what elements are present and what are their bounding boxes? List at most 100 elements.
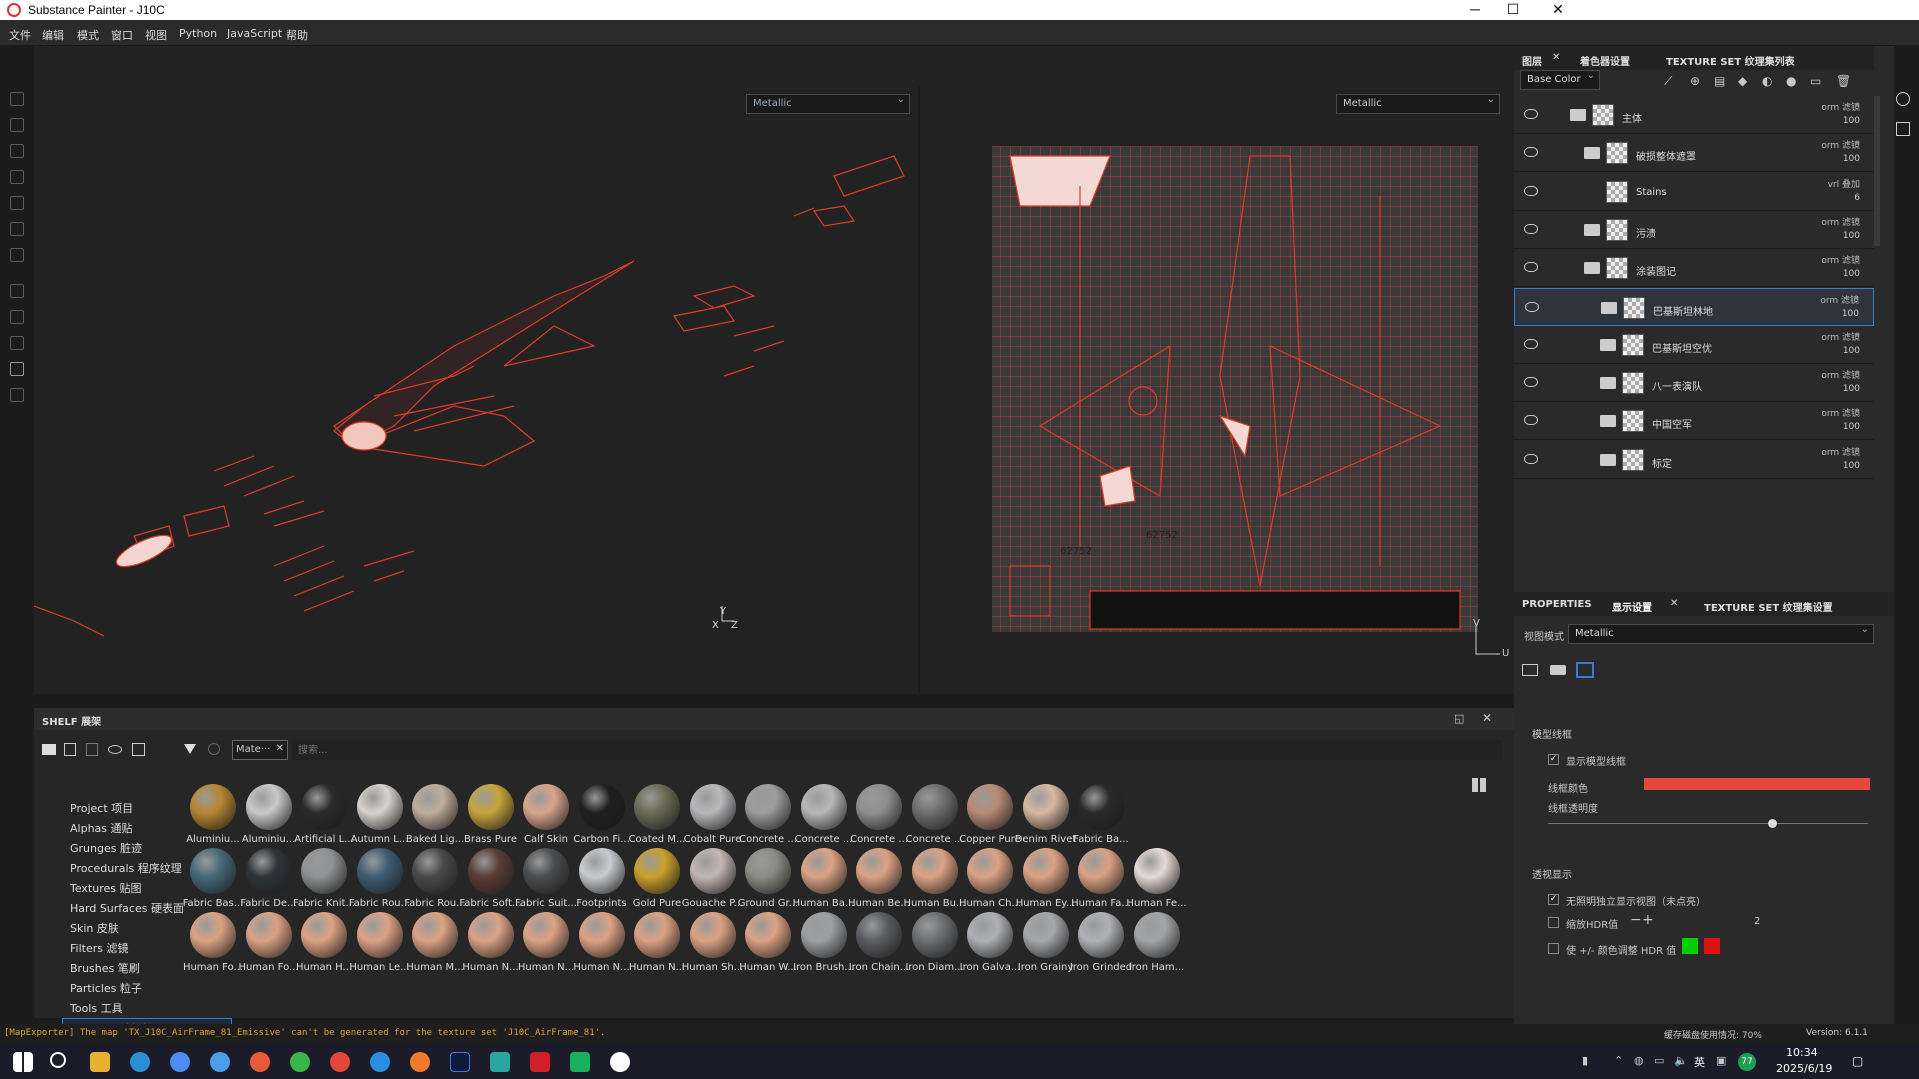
layer-opacity[interactable]: 100 bbox=[1843, 422, 1860, 432]
visibility-eye-icon[interactable] bbox=[1524, 338, 1538, 349]
green-app-icon[interactable] bbox=[290, 1052, 310, 1072]
tray-chevron-icon[interactable]: ⌃ bbox=[1614, 1054, 1623, 1067]
visibility-eye-icon[interactable] bbox=[1524, 453, 1538, 464]
bake-icon[interactable] bbox=[10, 284, 24, 298]
add-layer-icon[interactable]: ▤ bbox=[1714, 74, 1725, 88]
colorful-browser-icon[interactable] bbox=[250, 1052, 270, 1072]
filter-icon[interactable] bbox=[184, 744, 196, 754]
layer-opacity[interactable]: 100 bbox=[1843, 384, 1860, 394]
smart-mask-icon[interactable]: ● bbox=[1786, 74, 1796, 88]
tab-shader-settings[interactable]: 着色器设置 bbox=[1580, 53, 1630, 68]
import-icon[interactable] bbox=[86, 743, 98, 756]
tray-volume-icon[interactable]: 🔈 bbox=[1674, 1054, 1688, 1067]
layer-opacity[interactable]: 100 bbox=[1843, 231, 1860, 241]
paint-brush-icon[interactable] bbox=[10, 92, 24, 106]
visibility-eye-icon[interactable] bbox=[1525, 301, 1539, 312]
add-folder-icon[interactable]: ▭ bbox=[1810, 74, 1821, 88]
layer-blend-mode[interactable]: orm 滤镜 bbox=[1821, 100, 1860, 113]
menu-mode[interactable]: 模式 bbox=[77, 27, 99, 43]
layer-row[interactable]: 涂装图记 orm 滤镜 100 bbox=[1514, 249, 1874, 288]
layer-blend-mode[interactable]: orm 滤镜 bbox=[1821, 445, 1860, 458]
clock-time[interactable]: 10:34 bbox=[1786, 1046, 1818, 1059]
layer-row[interactable]: 巴基斯坦空优 orm 滤镜 100 bbox=[1514, 326, 1874, 364]
tray-ime-icon[interactable]: ▣ bbox=[1716, 1054, 1726, 1067]
color-adjust-checkbox[interactable] bbox=[1548, 943, 1559, 954]
photoshop-icon[interactable] bbox=[10, 362, 24, 376]
layer-blend-mode[interactable]: orm 滤镜 bbox=[1820, 293, 1859, 306]
notification-icon[interactable]: ▢ bbox=[1852, 1054, 1863, 1068]
show-wire-checkbox[interactable]: ✓ bbox=[1548, 754, 1559, 765]
tray-lang[interactable]: 英 bbox=[1694, 1054, 1705, 1070]
tray-battery-icon[interactable]: ▮ bbox=[1582, 1054, 1588, 1067]
menu-python[interactable]: Python bbox=[179, 27, 217, 40]
layer-blend-mode[interactable]: orm 滤镜 bbox=[1821, 138, 1860, 151]
shelf-category-item[interactable]: Tools 工具 bbox=[62, 998, 232, 1016]
magic-wand-icon[interactable]: ⟋ bbox=[1664, 74, 1672, 89]
tray-wechat-icon[interactable]: ◍ bbox=[1634, 1054, 1644, 1067]
layer-blend-mode[interactable]: orm 滤镜 bbox=[1821, 406, 1860, 419]
menu-javascript[interactable]: JavaScript bbox=[227, 27, 282, 40]
hdr-minus-button[interactable]: − bbox=[1630, 912, 1642, 928]
menu-view[interactable]: 视图 bbox=[145, 27, 167, 43]
polygon-fill-icon[interactable] bbox=[10, 170, 24, 184]
image-icon[interactable] bbox=[1522, 664, 1538, 676]
edge-icon[interactable] bbox=[130, 1052, 150, 1072]
add-effect-icon[interactable]: ⊕ bbox=[1690, 74, 1700, 88]
shelf-float-icon[interactable]: ◱ bbox=[1454, 712, 1464, 725]
visibility-eye-icon[interactable] bbox=[1524, 262, 1538, 273]
close-button[interactable]: ✕ bbox=[1535, 0, 1581, 20]
chrome-icon[interactable] bbox=[330, 1052, 350, 1072]
tab-layers[interactable]: 图层 bbox=[1522, 53, 1542, 68]
substance-painter-taskbar-icon[interactable] bbox=[530, 1052, 550, 1072]
app-3-icon[interactable] bbox=[490, 1052, 510, 1072]
browser-icon[interactable] bbox=[170, 1052, 190, 1072]
swatch-red[interactable] bbox=[1704, 938, 1720, 954]
qq-icon[interactable] bbox=[610, 1052, 630, 1072]
qq-browser-icon[interactable] bbox=[210, 1052, 230, 1072]
refresh-icon[interactable] bbox=[208, 743, 220, 755]
tab-texture-set-list[interactable]: TEXTURE SET 纹理集列表 bbox=[1666, 53, 1795, 68]
wire-opacity-slider-handle[interactable] bbox=[1768, 819, 1777, 828]
menu-window[interactable]: 窗口 bbox=[111, 27, 133, 43]
layers-scrollbar[interactable] bbox=[1874, 96, 1880, 246]
ie-icon[interactable] bbox=[370, 1052, 390, 1072]
visibility-eye-icon[interactable] bbox=[1524, 109, 1538, 119]
camera-settings-icon[interactable] bbox=[1550, 665, 1566, 675]
settings-icon[interactable] bbox=[10, 336, 24, 350]
photoshop-taskbar-icon[interactable] bbox=[450, 1052, 470, 1072]
wire-color-swatch[interactable] bbox=[1644, 778, 1870, 790]
tray-badge[interactable]: 77 bbox=[1738, 1053, 1756, 1071]
swatch-green[interactable] bbox=[1682, 938, 1698, 954]
tab-display-close-icon[interactable]: ✕ bbox=[1670, 598, 1678, 609]
layer-row[interactable]: 主体 orm 滤镜 100 bbox=[1514, 96, 1874, 134]
layer-stack-icon[interactable] bbox=[10, 310, 24, 324]
export-icon[interactable] bbox=[10, 388, 24, 402]
layer-opacity[interactable]: 100 bbox=[1843, 346, 1860, 356]
material-tile[interactable]: Iron Ham... bbox=[1124, 912, 1190, 990]
export-shelf-icon[interactable] bbox=[132, 743, 145, 756]
visibility-eye-icon[interactable] bbox=[1524, 147, 1538, 158]
filter-tag-close-icon[interactable]: ✕ bbox=[276, 743, 284, 754]
layer-blend-mode[interactable]: vrl 叠加 bbox=[1828, 177, 1860, 190]
channel-dropdown[interactable]: Base Color bbox=[1520, 70, 1600, 90]
fill-layer-icon[interactable]: ◆ bbox=[1738, 74, 1747, 88]
layer-row[interactable]: 八一表演队 orm 滤镜 100 bbox=[1514, 364, 1874, 403]
shelf-search-input[interactable] bbox=[292, 740, 1502, 760]
clock-date[interactable]: 2025/6/19 bbox=[1776, 1062, 1832, 1075]
layer-row[interactable]: Stains vrl 叠加 6 bbox=[1514, 173, 1874, 211]
tab-layers-close-icon[interactable]: ✕ bbox=[1552, 52, 1560, 63]
hide-icon[interactable] bbox=[108, 745, 122, 754]
history-icon[interactable] bbox=[1896, 92, 1910, 106]
eraser-icon[interactable] bbox=[10, 118, 24, 132]
projection-icon[interactable] bbox=[10, 144, 24, 158]
visibility-eye-icon[interactable] bbox=[1524, 185, 1538, 196]
layer-row[interactable]: 中国空军 orm 滤镜 100 bbox=[1514, 402, 1874, 441]
wire-opacity-slider[interactable] bbox=[1548, 818, 1868, 830]
viewport-uv[interactable]: Metallic 62752 62752 V U bbox=[920, 46, 1514, 694]
mask-icon[interactable]: ◐ bbox=[1762, 74, 1772, 88]
new-shelf-icon[interactable] bbox=[64, 743, 76, 756]
tab-texture-set-settings[interactable]: TEXTURE SET 纹理集设置 bbox=[1704, 599, 1833, 614]
layer-opacity[interactable]: 100 bbox=[1843, 269, 1860, 279]
file-explorer-icon[interactable] bbox=[90, 1052, 110, 1072]
layer-row[interactable]: 巴基斯坦林地 orm 滤镜 100 bbox=[1514, 287, 1874, 326]
